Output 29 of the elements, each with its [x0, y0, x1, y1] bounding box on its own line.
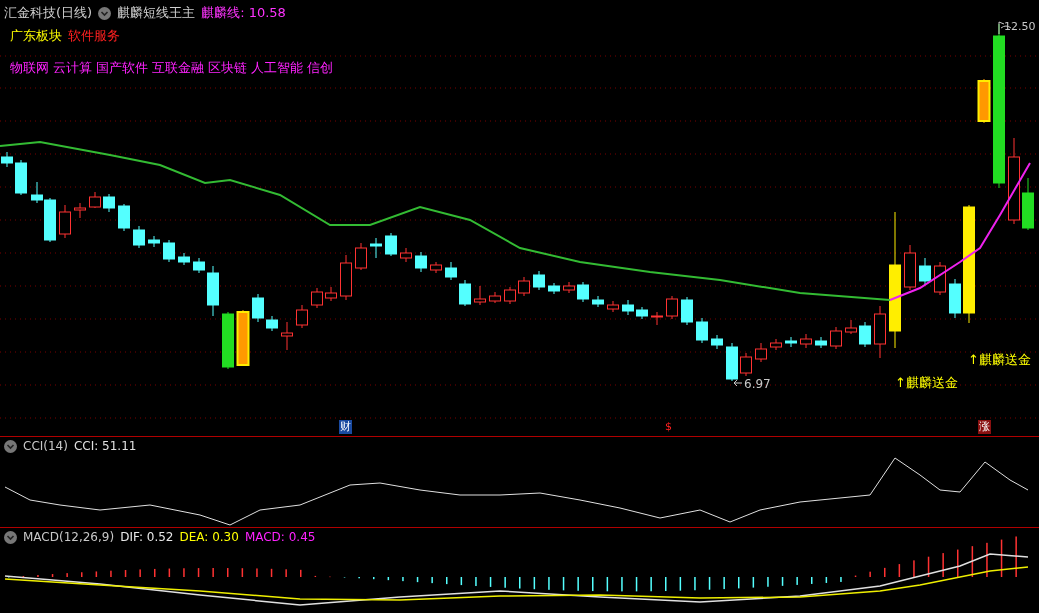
indicator-name: CCI(14)	[23, 439, 68, 453]
concept-tag: 物联网	[10, 59, 49, 77]
concept-tag: 人工智能	[251, 59, 303, 77]
event-marker[interactable]: 涨	[978, 420, 991, 434]
signal-label: ↑麒麟送金	[895, 374, 958, 392]
high-price-label: 12.50	[1004, 20, 1036, 33]
dif-value: DIF: 0.52	[120, 530, 174, 544]
event-marker[interactable]: $	[664, 420, 673, 434]
dropdown-icon[interactable]	[4, 439, 17, 453]
indicator-value: CCI: 51.11	[73, 439, 137, 453]
indicator-name: 麒麟短线王主	[117, 4, 196, 22]
event-marker[interactable]: 财	[339, 420, 352, 434]
dea-value: DEA: 0.30	[179, 530, 239, 544]
concept-tag: 信创	[307, 59, 333, 77]
concept-tag: 互联金融	[152, 59, 204, 77]
industry-sector: 软件服务	[68, 27, 120, 45]
dropdown-icon[interactable]	[4, 530, 17, 544]
concept-tag: 云计算	[53, 59, 92, 77]
concept-tag: 国产软件	[96, 59, 148, 77]
macd-value: MACD: 0.45	[244, 530, 316, 544]
dropdown-icon[interactable]	[98, 6, 112, 20]
stock-name: 汇金科技(日线)	[4, 4, 93, 22]
low-price-label: 6.97	[744, 377, 771, 391]
indicator-value: 麒麟线: 10.58	[201, 4, 286, 22]
signal-label: ↑麒麟送金	[968, 351, 1031, 369]
concept-tag: 区块链	[208, 59, 247, 77]
leader-line	[733, 379, 743, 387]
indicator-name: MACD(12,26,9)	[23, 530, 115, 544]
region-sector: 广东板块	[10, 27, 62, 45]
